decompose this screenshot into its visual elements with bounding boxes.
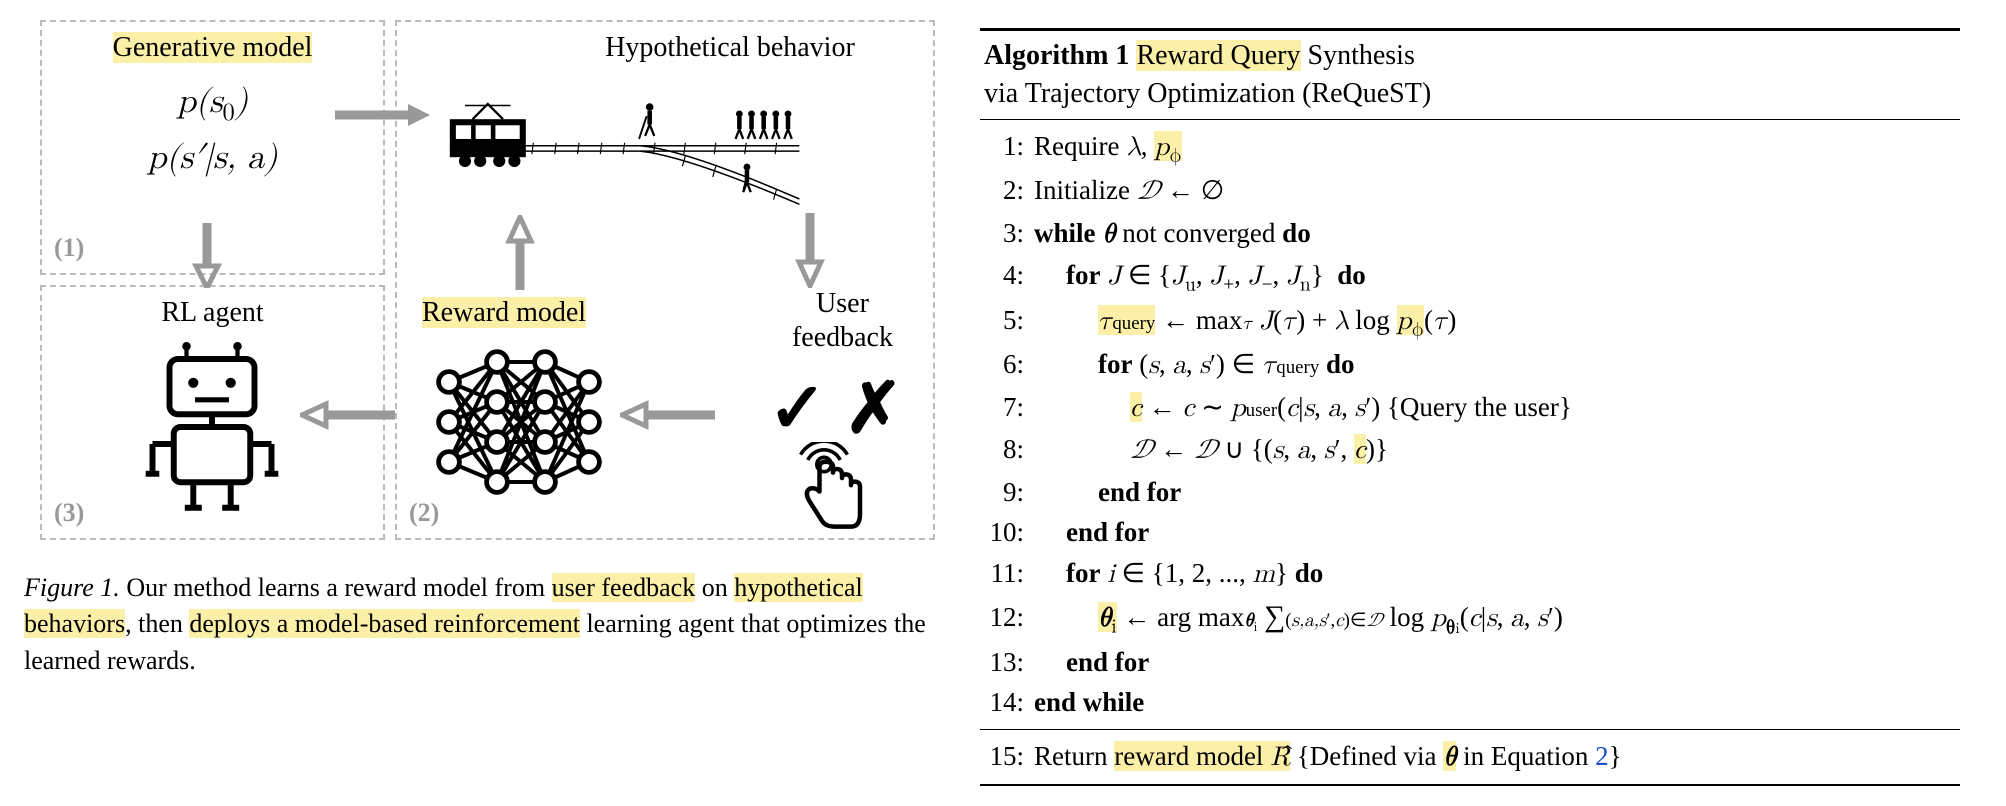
arrow-gen-to-agent <box>192 218 222 288</box>
user-feedback-label: Userfeedback <box>792 287 893 354</box>
hypothetical-title: Hypothetical behavior <box>397 22 933 64</box>
figure-1-diagram: Generative model p(s0) p(s′|s, a) (1) Hy… <box>40 20 940 550</box>
arrow-gen-to-hyp <box>330 100 430 130</box>
alg-line-4: 4:for J ∈ {Ju, J+, J−, Jn} do <box>984 255 1956 300</box>
algorithm-column: Algorithm 1 Reward Query Synthesis via T… <box>980 20 1960 786</box>
alg-line-8: 8:𝒟 ← 𝒟 ∪ {(s, a, s′, c)} <box>984 429 1956 472</box>
arrow-hyp-to-feedback <box>795 208 825 288</box>
arrow-reward-to-hyp <box>505 215 535 295</box>
alg-line-14: 14:end while <box>984 682 1956 723</box>
box-2-title: Reward model <box>422 297 586 329</box>
alg-line-12: 12:θi ← arg maxθi ∑(s,a,s′,c)∈𝒟 log pθi(… <box>984 595 1956 642</box>
arrow-reward-to-agent <box>300 400 400 430</box>
alg-line-3: 3:while θ not converged do <box>984 213 1956 256</box>
alg-line-10: 10:end for <box>984 512 1956 553</box>
alg-line-11: 11:for i ∈ {1, 2, ..., m} do <box>984 553 1956 596</box>
alg-line-7: 7:c ← c ∼ puser(c|s, a, s′) {Query the u… <box>984 387 1956 430</box>
alg-line-9: 9:end for <box>984 472 1956 513</box>
eq-p-sprime: p(s′|s, a) <box>42 138 383 179</box>
robot-icon <box>127 342 297 518</box>
alg-line-13: 13:end for <box>984 642 1956 683</box>
alg-line-15: 15:Return reward model R̂ {Defined via θ… <box>980 730 1960 785</box>
neural-net-icon <box>427 342 607 508</box>
alg-line-1: 1:Require λ, pϕ <box>984 126 1956 171</box>
figure-1-caption: Figure 1. Our method learns a reward mod… <box>20 570 940 679</box>
box-2-label: (2) <box>409 498 439 528</box>
box-3-label: (3) <box>54 498 84 528</box>
touch-icon <box>788 442 878 538</box>
feedback-icons: ✓ ✗ <box>768 367 903 449</box>
box-hypothetical-reward: Hypothetical behavior <box>395 20 935 540</box>
algorithm-header: Algorithm 1 Reward Query Synthesis via T… <box>980 31 1960 120</box>
algorithm-body: 1:Require λ, pϕ 2:Initialize 𝒟 ← ∅ 3:whi… <box>980 120 1960 730</box>
box-1-title: Generative model <box>42 22 383 64</box>
alg-line-6: 6:for (s, a, s′) ∈ τquery do <box>984 344 1956 387</box>
check-icon: ✓ <box>768 369 827 447</box>
algorithm-1-box: Algorithm 1 Reward Query Synthesis via T… <box>980 28 1960 786</box>
equation-2-link[interactable]: 2 <box>1595 741 1609 771</box>
arrow-feedback-to-reward <box>620 400 720 430</box>
alg-line-2: 2:Initialize 𝒟 ← ∅ <box>984 170 1956 213</box>
trolley-icon <box>427 72 807 218</box>
alg-line-5: 5:τquery ← maxτ J(τ) + λ log pϕ(τ) <box>984 300 1956 345</box>
box-3-title: RL agent <box>42 287 383 329</box>
box-1-label: (1) <box>54 233 84 263</box>
x-icon: ✗ <box>844 369 903 447</box>
figure-column: Generative model p(s0) p(s′|s, a) (1) Hy… <box>20 20 940 786</box>
